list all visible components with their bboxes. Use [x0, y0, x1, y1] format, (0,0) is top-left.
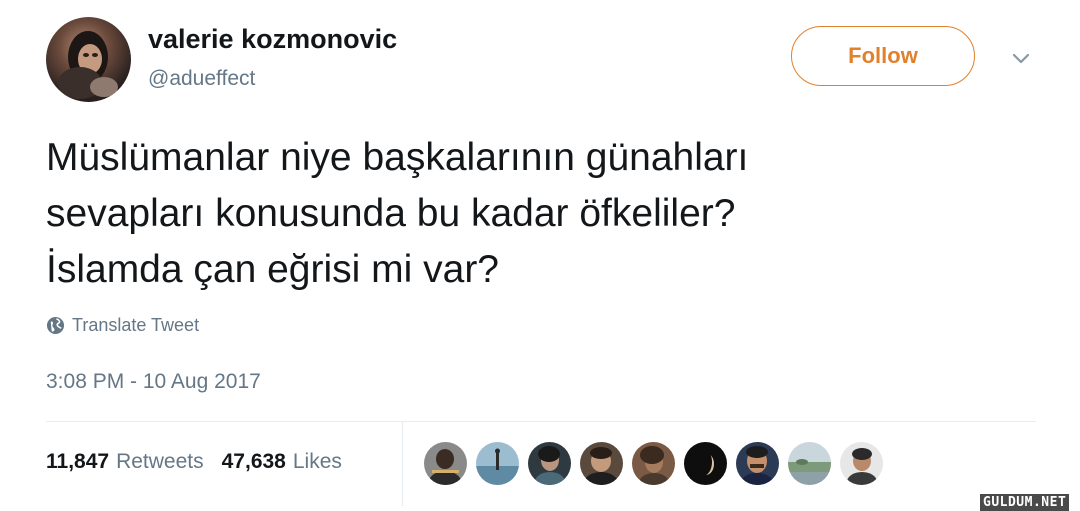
liker-avatar[interactable] — [788, 442, 831, 485]
liker-avatar[interactable] — [632, 442, 675, 485]
tweet-card: valerie kozmonovic @adueffect Follow Müs… — [0, 0, 1080, 511]
likers-avatars — [424, 442, 883, 485]
avatar-photo-icon — [58, 31, 118, 99]
tweet-stats: 11,847 Retweets 47,638 Likes — [46, 450, 342, 474]
tweet-text-line: sevapları konusunda bu kadar öfkeliler? — [46, 192, 736, 235]
retweets-count: 11,847 — [46, 450, 110, 473]
globe-icon — [46, 316, 65, 335]
follow-button[interactable]: Follow — [791, 26, 975, 86]
liker-avatar[interactable] — [424, 442, 467, 485]
author-display-name[interactable]: valerie kozmonovic — [148, 24, 397, 55]
translate-label: Translate Tweet — [72, 315, 200, 335]
tweet-timestamp[interactable]: 3:08 PM - 10 Aug 2017 — [46, 370, 261, 394]
author-avatar[interactable] — [46, 17, 131, 102]
site-watermark: GULDUM.NET — [980, 494, 1070, 511]
liker-avatar[interactable] — [840, 442, 883, 485]
liker-avatar[interactable] — [580, 442, 623, 485]
liker-avatar[interactable] — [736, 442, 779, 485]
retweets-label: Retweets — [116, 450, 204, 473]
stats-separator — [402, 422, 403, 506]
retweets-stat[interactable]: 11,847 Retweets — [46, 450, 204, 474]
liker-avatar[interactable] — [528, 442, 571, 485]
likes-label: Likes — [292, 450, 342, 473]
likes-count: 47,638 — [221, 450, 286, 473]
likes-stat[interactable]: 47,638 Likes — [222, 450, 342, 474]
stats-divider — [46, 421, 1036, 422]
author-username[interactable]: @adueffect — [148, 67, 255, 91]
liker-avatar[interactable] — [476, 442, 519, 485]
translate-tweet-link[interactable]: Translate Tweet — [46, 315, 199, 336]
tweet-text-line: Müslümanlar niye başkalarının günahları — [46, 136, 749, 179]
tweet-text-line: İslamda çan eğrisi mi var? — [46, 248, 499, 291]
tweet-text: Müslümanlar niye başkalarının günahları … — [46, 130, 1006, 298]
chevron-down-icon[interactable] — [1010, 50, 1032, 66]
liker-avatar[interactable] — [684, 442, 727, 485]
